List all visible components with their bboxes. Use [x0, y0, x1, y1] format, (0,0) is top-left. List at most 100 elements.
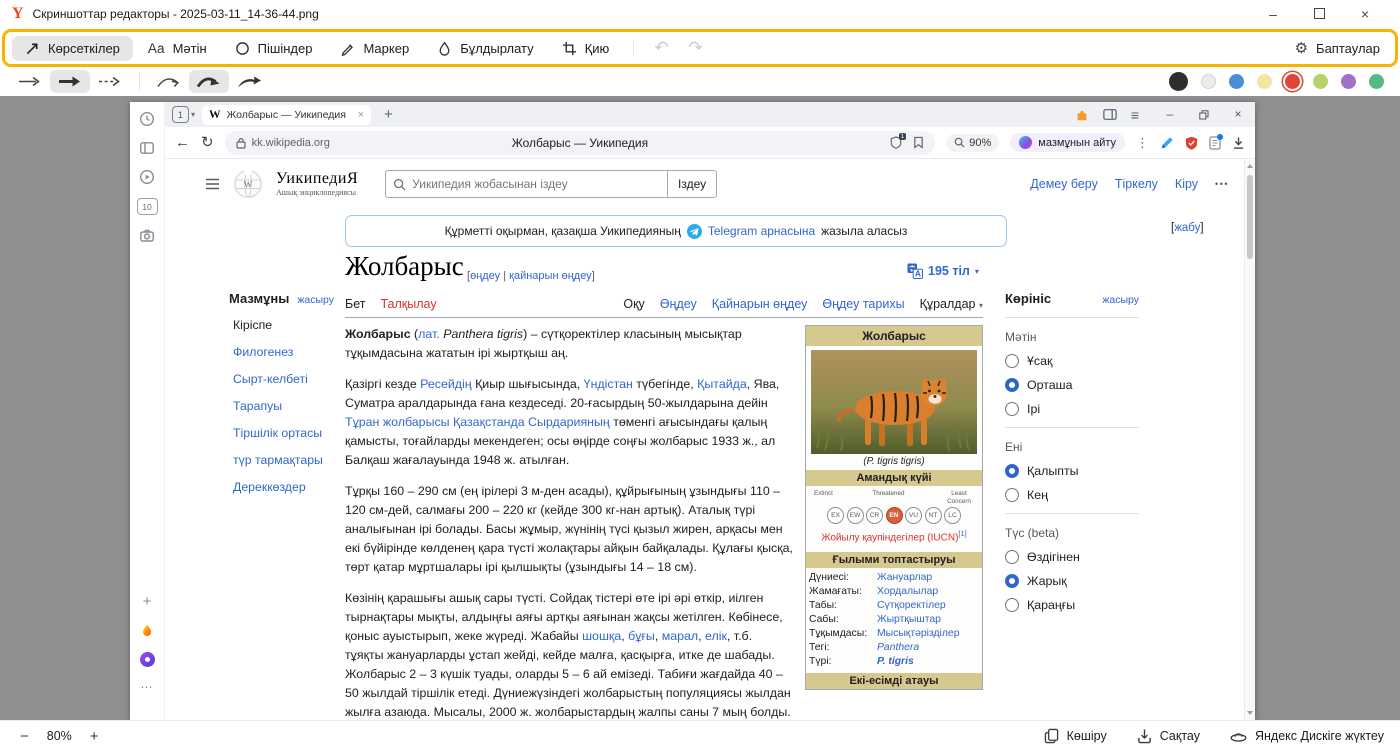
tool-shapes[interactable]: Пішіндер — [222, 36, 326, 61]
panels-icon[interactable] — [1103, 108, 1117, 121]
reload-icon[interactable]: ↻ — [201, 135, 214, 150]
scroll-up-icon[interactable] — [1247, 164, 1253, 168]
tab-edit-source[interactable]: Қайнарын өңдеу — [712, 297, 808, 311]
toc-item[interactable]: Филогенез — [229, 343, 339, 362]
page-scrollbar[interactable] — [1244, 159, 1255, 720]
video-play-icon[interactable] — [139, 169, 155, 185]
toc-item-intro[interactable]: Кіріспе — [229, 316, 339, 335]
sidebar-more-icon[interactable]: ⋯ — [141, 680, 154, 694]
arrow-style-curved-thin[interactable] — [149, 70, 189, 93]
tiger-image[interactable] — [806, 346, 982, 455]
hamburger-menu-icon[interactable] — [205, 178, 220, 190]
arrow-style-curved-bold[interactable] — [189, 70, 229, 93]
color-swatch-blue[interactable] — [1229, 74, 1244, 89]
radio-option[interactable]: Ұсақ — [1005, 354, 1139, 368]
radio-option[interactable]: Кең — [1005, 488, 1139, 502]
tool-arrows[interactable]: Көрсеткілер — [12, 36, 133, 61]
tab-counter[interactable]: 1 ▾ — [172, 106, 195, 123]
new-tab-button[interactable]: + — [378, 106, 399, 123]
language-selector[interactable]: A 195 тіл ▾ — [907, 263, 979, 279]
tool-crop[interactable]: Қию — [549, 36, 623, 61]
arrow-style-dashed[interactable] — [90, 70, 130, 93]
tab-page[interactable]: Бет — [345, 297, 365, 311]
tab-history[interactable]: Өңдеу тарихы — [822, 297, 904, 311]
more-options-icon[interactable]: ••• — [1215, 179, 1229, 189]
back-icon[interactable]: ← — [175, 135, 190, 150]
tool-blur[interactable]: Бұлдырлату — [424, 36, 546, 61]
url-bar[interactable]: kk.wikipedia.org Жолбарыс — Уикипедия 1 — [225, 131, 936, 155]
color-swatch-green[interactable] — [1313, 74, 1328, 89]
browser-close-button[interactable]: × — [1221, 102, 1255, 127]
history-clock-icon[interactable] — [139, 111, 155, 127]
close-button[interactable]: × — [1342, 6, 1388, 22]
bookmark-flag-icon[interactable] — [913, 136, 924, 149]
sidebar-add-button[interactable]: + — [143, 593, 152, 610]
browser-zoom-control[interactable]: 90% — [946, 134, 999, 152]
edit-source-link[interactable]: қайнарын өңдеу — [509, 270, 592, 282]
save-button[interactable]: Сақтау — [1137, 728, 1200, 744]
browser-menu-icon[interactable]: ≡ — [1131, 107, 1139, 123]
edit-pen-extension-icon[interactable] — [1160, 136, 1174, 150]
tab-edit[interactable]: Өңдеу — [660, 297, 697, 311]
search-button[interactable]: Іздеу — [667, 171, 716, 197]
extension-doc-icon[interactable] — [1209, 136, 1221, 150]
toc-item[interactable]: Сырт-келбеті — [229, 370, 339, 389]
download-icon[interactable] — [1232, 136, 1245, 150]
reference-1[interactable]: [1] — [958, 529, 966, 538]
toc-item[interactable]: түр тармақтары — [229, 451, 339, 470]
redo-button[interactable]: ↷ — [680, 36, 712, 60]
radio-option[interactable]: Өздігінен — [1005, 550, 1139, 564]
toc-item[interactable]: Тіршілік ортасы — [229, 424, 339, 443]
color-swatch-purple[interactable] — [1341, 74, 1356, 89]
read-aloud-button[interactable]: мазмұнын айту — [1010, 133, 1125, 152]
pulse-flame-icon[interactable] — [139, 623, 155, 639]
maximize-button[interactable] — [1296, 6, 1342, 22]
tab-talk[interactable]: Талқылау — [380, 297, 436, 311]
minimize-button[interactable]: – — [1250, 6, 1296, 22]
scrollbar-thumb[interactable] — [1247, 175, 1253, 259]
toc-item[interactable]: Дереккөздер — [229, 478, 339, 497]
wikipedia-globe-logo[interactable]: W — [233, 169, 263, 199]
color-swatch-teal[interactable] — [1369, 74, 1384, 89]
browser-restore-button[interactable] — [1187, 102, 1221, 127]
arrow-style-swoosh[interactable] — [229, 70, 269, 93]
search-input[interactable] — [406, 177, 667, 191]
iucn-status-link[interactable]: Жойылу қаупіндегілер (IUCN) — [821, 532, 958, 543]
extensions-puzzle-icon[interactable] — [1075, 108, 1089, 122]
zoom-out-button[interactable]: − — [16, 728, 33, 745]
color-swatch-black[interactable] — [1169, 72, 1188, 91]
radio-option[interactable]: Жарық — [1005, 574, 1139, 588]
color-swatch-red-selected[interactable] — [1285, 74, 1300, 89]
kebab-menu-icon[interactable]: ⋮ — [1136, 135, 1149, 151]
telegram-link[interactable]: Telegram арнасына — [708, 224, 815, 238]
tab-tools[interactable]: Құралдар ▾ — [920, 297, 983, 311]
banner-close-button[interactable]: [жабу] — [1171, 222, 1204, 234]
radio-option[interactable]: Қалыпты — [1005, 464, 1139, 478]
screenshot-camera-icon[interactable] — [139, 228, 155, 244]
yandex-disk-upload-button[interactable]: Яндекс Дискіге жүктеу — [1230, 729, 1384, 744]
login-link[interactable]: Кіру — [1175, 177, 1198, 191]
protect-shield-icon[interactable]: 1 — [890, 136, 902, 149]
feed-panel-icon[interactable] — [139, 140, 155, 156]
tab-count-badge[interactable]: 10 — [137, 198, 158, 215]
color-swatch-white[interactable] — [1201, 74, 1216, 89]
appearance-hide-button[interactable]: жасыру — [1102, 294, 1139, 306]
radio-option[interactable]: Ірі — [1005, 402, 1139, 416]
toc-item[interactable]: Тарапуы — [229, 397, 339, 416]
tab-close-icon[interactable]: × — [358, 109, 364, 121]
tab-read[interactable]: Оқу — [623, 297, 644, 311]
browser-tab-active[interactable]: W Жолбарыс — Уикипедия × — [202, 105, 371, 125]
copy-button[interactable]: Көшіру — [1044, 728, 1107, 744]
adblock-shield-icon[interactable] — [1185, 136, 1198, 150]
tool-text[interactable]: Аа Мәтін — [135, 36, 220, 61]
arrow-style-thin[interactable] — [10, 70, 50, 93]
settings-button[interactable]: ⚙ Баптаулар — [1295, 39, 1388, 57]
arrow-style-bold[interactable] — [50, 70, 90, 93]
wiki-wordmark[interactable]: УикипедиЯ Ашық энциклопедиясы — [276, 171, 358, 197]
zoom-in-button[interactable]: + — [86, 728, 103, 745]
tool-marker[interactable]: Маркер — [327, 36, 422, 61]
radio-option[interactable]: Қараңғы — [1005, 598, 1139, 612]
register-link[interactable]: Тіркелу — [1115, 177, 1158, 191]
browser-minimize-button[interactable]: – — [1153, 102, 1187, 127]
color-swatch-yellow[interactable] — [1257, 74, 1272, 89]
